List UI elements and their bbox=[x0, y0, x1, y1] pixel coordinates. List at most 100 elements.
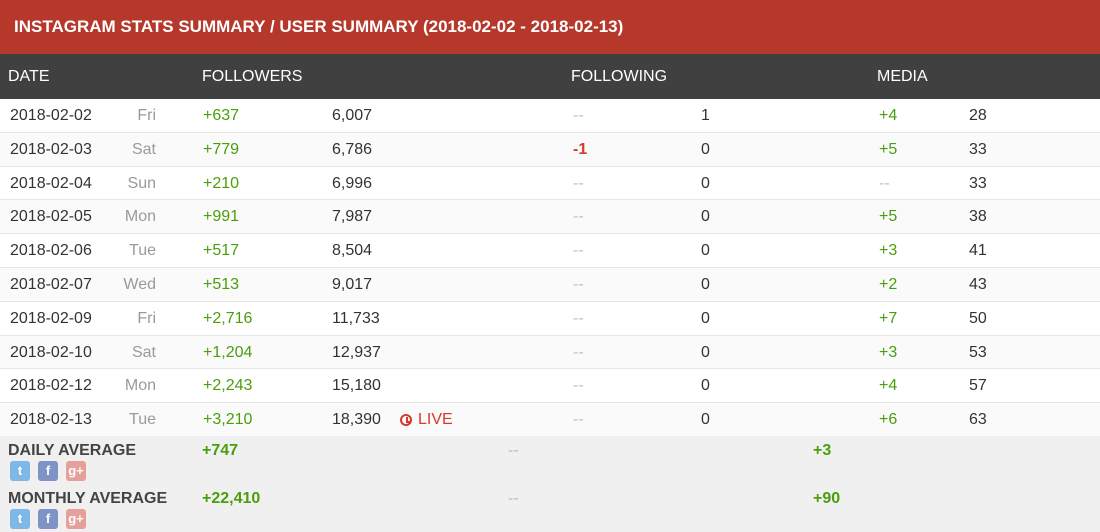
date-cell: 2018-02-07 bbox=[10, 275, 92, 293]
daily-average-media: +3 bbox=[813, 442, 832, 459]
followers-change-cell: +637 bbox=[203, 107, 240, 124]
following-total-cell: 0 bbox=[701, 411, 710, 429]
following-total-cell: 0 bbox=[701, 140, 710, 158]
table-row: 2018-02-10 Sat +1,204 12,937 -- 0 +3 53 bbox=[0, 335, 1100, 370]
clock-icon bbox=[400, 414, 412, 427]
following-change-cell: -- bbox=[573, 309, 584, 327]
date-cell: 2018-02-12 bbox=[10, 377, 92, 395]
followers-change-cell: +3,210 bbox=[203, 411, 253, 429]
followers-change-cell: +779 bbox=[203, 140, 240, 158]
monthly-average-label: MONTHLY AVERAGE bbox=[8, 490, 168, 507]
followers-change-cell: +210 bbox=[203, 174, 240, 192]
day-cell: Wed bbox=[123, 275, 156, 293]
monthly-average-following: -- bbox=[508, 490, 519, 507]
followers-total-cell: 6,786 bbox=[332, 140, 373, 158]
media-total-cell: 38 bbox=[969, 208, 987, 226]
date-cell: 2018-02-13 bbox=[10, 411, 92, 429]
media-change-cell: +3 bbox=[879, 343, 898, 361]
media-change-cell: +7 bbox=[879, 309, 898, 327]
date-cell: 2018-02-02 bbox=[10, 107, 92, 124]
followers-change-cell: +2,243 bbox=[203, 377, 253, 395]
day-cell: Tue bbox=[129, 411, 156, 429]
header-followers: FOLLOWERS bbox=[202, 68, 303, 85]
media-change-cell: -- bbox=[879, 174, 890, 192]
header-date: DATE bbox=[8, 68, 50, 85]
following-change-cell: -- bbox=[573, 174, 584, 192]
table-row: 2018-02-02 Fri +637 6,007 -- 1 +4 28 bbox=[0, 99, 1100, 133]
following-total-cell: 0 bbox=[701, 242, 710, 260]
media-total-cell: 57 bbox=[969, 377, 987, 395]
following-change-cell: -- bbox=[573, 208, 584, 226]
table-row: 2018-02-12 Mon +2,243 15,180 -- 0 +4 57 bbox=[0, 369, 1100, 404]
followers-change-cell: +517 bbox=[203, 242, 240, 260]
followers-change-cell: +2,716 bbox=[203, 309, 253, 327]
media-total-cell: 28 bbox=[969, 107, 987, 124]
day-cell: Sun bbox=[127, 174, 156, 192]
following-change-cell: -- bbox=[573, 377, 584, 395]
media-change-cell: +4 bbox=[879, 377, 898, 395]
media-change-cell: +2 bbox=[879, 275, 898, 293]
date-cell: 2018-02-05 bbox=[10, 208, 92, 226]
followers-total-cell: 6,996 bbox=[332, 174, 373, 192]
google-plus-icon[interactable]: g+ bbox=[66, 461, 86, 481]
media-total-cell: 63 bbox=[969, 411, 987, 429]
table-row: 2018-02-09 Fri +2,716 11,733 -- 0 +7 50 bbox=[0, 302, 1100, 336]
daily-average-label: DAILY AVERAGE bbox=[8, 442, 137, 459]
table-row: 2018-02-04 Sun +210 6,996 -- 0 -- 33 bbox=[0, 167, 1100, 201]
followers-change-cell: +1,204 bbox=[203, 343, 253, 361]
day-cell: Tue bbox=[129, 242, 156, 260]
header-following: FOLLOWING bbox=[571, 68, 668, 85]
media-change-cell: +3 bbox=[879, 242, 898, 260]
following-change-cell: -- bbox=[573, 275, 584, 293]
daily-average-following: -- bbox=[508, 442, 519, 459]
twitter-icon[interactable]: t bbox=[10, 509, 30, 529]
day-cell: Fri bbox=[137, 107, 156, 124]
following-total-cell: 1 bbox=[701, 107, 710, 124]
share-icons: t f g+ bbox=[10, 509, 94, 529]
followers-total-cell: 7,987 bbox=[332, 208, 373, 226]
media-change-cell: +5 bbox=[879, 140, 898, 158]
media-total-cell: 50 bbox=[969, 309, 987, 327]
twitter-icon[interactable]: t bbox=[10, 461, 30, 481]
date-cell: 2018-02-09 bbox=[10, 309, 92, 327]
day-cell: Mon bbox=[124, 377, 156, 395]
table-header: DATE FOLLOWERS FOLLOWING MEDIA bbox=[0, 54, 1100, 99]
facebook-icon[interactable]: f bbox=[38, 461, 58, 481]
followers-change-cell: +991 bbox=[203, 208, 240, 226]
table-row: 2018-02-13 Tue +3,210 18,390 -- 0 +6 63 LIVE bbox=[0, 403, 1100, 437]
table-row: 2018-02-06 Tue +517 8,504 -- 0 +3 41 bbox=[0, 234, 1100, 268]
media-total-cell: 33 bbox=[969, 174, 987, 192]
following-total-cell: 0 bbox=[701, 208, 710, 226]
daily-average-row: DAILY AVERAGE +747 -- +3 t f g+ bbox=[0, 436, 1100, 484]
followers-change-cell: +513 bbox=[203, 275, 240, 293]
day-cell: Sat bbox=[131, 140, 156, 158]
media-total-cell: 53 bbox=[969, 343, 987, 361]
live-indicator[interactable]: LIVE bbox=[400, 403, 453, 436]
following-total-cell: 0 bbox=[701, 174, 710, 192]
followers-total-cell: 12,937 bbox=[332, 343, 381, 361]
followers-total-cell: 6,007 bbox=[332, 107, 373, 124]
google-plus-icon[interactable]: g+ bbox=[66, 509, 86, 529]
share-icons: t f g+ bbox=[10, 461, 94, 481]
media-change-cell: +4 bbox=[879, 107, 898, 124]
page-title: INSTAGRAM STATS SUMMARY / USER SUMMARY (… bbox=[0, 0, 1100, 54]
media-change-cell: +5 bbox=[879, 208, 898, 226]
monthly-average-row: MONTHLY AVERAGE +22,410 -- +90 t f g+ bbox=[0, 484, 1100, 532]
monthly-average-media: +90 bbox=[813, 490, 841, 507]
header-media: MEDIA bbox=[877, 68, 928, 85]
facebook-icon[interactable]: f bbox=[38, 509, 58, 529]
media-total-cell: 43 bbox=[969, 275, 987, 293]
day-cell: Fri bbox=[137, 309, 156, 327]
table-row: 2018-02-07 Wed +513 9,017 -- 0 +2 43 bbox=[0, 267, 1100, 302]
monthly-average-followers: +22,410 bbox=[202, 490, 261, 507]
media-change-cell: +6 bbox=[879, 411, 898, 429]
followers-total-cell: 18,390 bbox=[332, 411, 381, 429]
date-cell: 2018-02-10 bbox=[10, 343, 92, 361]
followers-total-cell: 15,180 bbox=[332, 377, 381, 395]
following-total-cell: 0 bbox=[701, 377, 710, 395]
followers-total-cell: 11,733 bbox=[332, 309, 380, 327]
following-total-cell: 0 bbox=[701, 275, 710, 293]
day-cell: Mon bbox=[124, 208, 156, 226]
followers-total-cell: 8,504 bbox=[332, 242, 373, 260]
date-cell: 2018-02-06 bbox=[10, 242, 92, 260]
